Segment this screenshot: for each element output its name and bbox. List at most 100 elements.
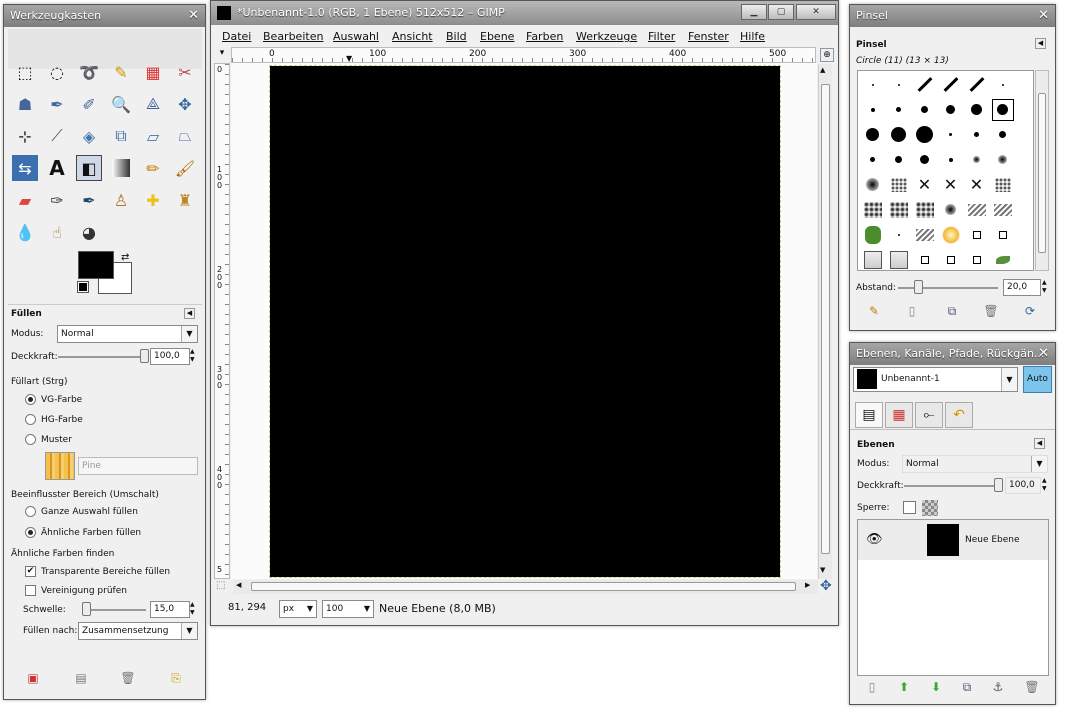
default-colors-icon[interactable] [77,281,89,293]
menu-hilfe[interactable]: Hilfe [740,30,765,43]
fill-type-pattern[interactable]: Muster [25,434,72,445]
brush-thumbnail[interactable] [964,147,989,172]
brush-thumbnail[interactable] [990,172,1015,197]
brushes-menu-icon[interactable]: ◀ [1035,38,1046,49]
brush-thumbnail[interactable] [938,247,963,272]
swap-colors-icon[interactable]: ⇄ [121,252,129,263]
brush-thumbnail[interactable] [938,72,963,97]
horizontal-scrollbar[interactable]: ◀ ▶ [233,580,818,594]
brushes-titlebar[interactable]: Pinsel ✕ [850,5,1055,27]
tab-undo-icon[interactable]: ↶ [945,402,973,428]
brush-thumbnail[interactable] [886,197,911,222]
auto-button[interactable]: Auto [1023,366,1052,393]
brush-thumbnail[interactable] [886,122,911,147]
layer-opacity-spin-arrows-icon[interactable]: ▲ ▼ [1042,477,1047,493]
brushes-close-icon[interactable]: ✕ [1038,5,1049,27]
brush-scroll-thumb[interactable] [1038,93,1046,253]
brush-thumbnail[interactable] [938,147,963,172]
scroll-left-icon[interactable]: ◀ [236,581,241,589]
options-menu-icon[interactable]: ◀ [184,308,195,319]
menu-ansicht[interactable]: Ansicht [392,30,433,43]
brush-thumbnail[interactable] [938,197,963,222]
brush-thumbnail[interactable] [990,72,1015,97]
threshold-spinbox[interactable]: 15,0 [150,601,190,618]
brush-thumbnail[interactable] [860,247,885,272]
brush-thumbnail[interactable] [912,122,937,147]
horizontal-scroll-thumb[interactable] [251,582,796,591]
brush-thumbnail[interactable] [912,147,937,172]
rect-select-icon[interactable]: ⬚ [12,59,38,85]
transparent-checkbox-row[interactable]: ✔ Transparente Bereiche füllen [25,566,170,577]
tab-layers-icon[interactable]: ▤ [855,402,883,428]
checkbox[interactable] [25,585,36,596]
foreground-select-icon[interactable]: ☗ [12,91,38,117]
text-icon[interactable]: A [44,155,70,181]
scroll-down-icon[interactable]: ▼ [820,566,825,574]
spacing-slider-handle[interactable] [914,280,923,294]
brush-thumbnail[interactable]: ✕ [912,172,937,197]
shear-icon[interactable]: ▱ [140,123,166,149]
menu-bild[interactable]: Bild [446,30,467,43]
brush-thumbnail[interactable] [912,97,937,122]
eye-visibility-icon[interactable]: 👁 [866,532,883,547]
brush-thumbnail[interactable] [886,97,911,122]
brush-thumbnail[interactable] [990,197,1015,222]
brush-grid-scrollbar[interactable] [1035,70,1049,271]
lock-pixels-checkbox[interactable] [903,501,916,514]
clone-icon[interactable]: ♙ [108,187,134,213]
brush-thumbnail[interactable] [990,122,1015,147]
brush-thumbnail[interactable] [938,122,963,147]
mode-select[interactable]: Normal ▼ [57,325,198,343]
zoom-fit-icon[interactable]: ⊕ [820,48,834,62]
ink-icon[interactable]: ✒ [76,187,102,213]
merge-checkbox-row[interactable]: Vereinigung prüfen [25,585,127,596]
menu-auswahl[interactable]: Auswahl [333,30,379,43]
zoom-icon[interactable]: 🔍 [108,91,134,117]
pencil-icon[interactable]: ✏ [140,155,166,181]
lock-alpha-icon[interactable] [922,500,938,516]
affected-whole-selection[interactable]: Ganze Auswahl füllen [25,506,138,517]
brush-thumbnail[interactable] [912,197,937,222]
layer-opacity-spinbox[interactable]: 100,0 [1005,477,1041,494]
tab-paths-icon[interactable]: ⟜ [915,402,943,428]
reset-options-icon[interactable]: ⎘ [168,671,184,686]
brush-thumbnail[interactable] [912,222,937,247]
menu-werkzeuge[interactable]: Werkzeuge [576,30,637,43]
measure-icon[interactable]: ⟁ [140,91,166,117]
align-icon[interactable]: ⊹ [12,123,38,149]
delete-layer-icon[interactable]: 🗑 [1024,680,1040,694]
brush-thumbnail[interactable] [860,122,885,147]
blur-icon[interactable]: 💧 [12,219,38,245]
layer-opacity-slider[interactable] [904,485,998,487]
opacity-slider[interactable] [58,356,144,358]
rotate-icon[interactable]: ◈ [76,123,102,149]
scroll-up-icon[interactable]: ▲ [820,66,825,74]
brush-thumbnail[interactable] [938,222,963,247]
brush-thumbnail[interactable]: ✕ [964,172,989,197]
quick-mask-corner-icon[interactable]: ▾ [215,48,229,62]
brush-thumbnail[interactable] [860,147,885,172]
foreground-color-swatch[interactable] [78,251,114,279]
menu-farben[interactable]: Farben [526,30,563,43]
brush-thumbnail[interactable] [964,222,989,247]
brush-thumbnail[interactable] [886,247,911,272]
fill-type-bg[interactable]: HG-Farbe [25,414,83,425]
layers-titlebar[interactable]: Ebenen, Kanäle, Pfade, Rückgän... ✕ [850,343,1055,365]
brush-thumbnail[interactable] [964,247,989,272]
opacity-slider-handle[interactable] [140,349,149,363]
layers-menu-icon[interactable]: ◀ [1034,438,1045,449]
blend-icon[interactable] [112,159,130,177]
brush-thumbnail[interactable] [886,147,911,172]
fill-type-fg[interactable]: VG-Farbe [25,394,82,405]
brush-thumbnail[interactable] [860,172,885,197]
pattern-swatch[interactable] [45,452,75,480]
restore-options-icon[interactable]: ▤ [73,671,89,685]
delete-options-icon[interactable]: 🗑 [120,671,136,685]
threshold-slider[interactable] [82,609,146,611]
bucket-fill-icon[interactable]: ◧ [76,155,102,181]
radio-button[interactable] [25,414,36,425]
toolbox-close-icon[interactable]: ✕ [188,5,199,27]
brush-thumbnail[interactable] [990,247,1015,272]
brush-thumbnail[interactable] [860,97,885,122]
delete-brush-icon[interactable]: 🗑 [983,304,999,318]
